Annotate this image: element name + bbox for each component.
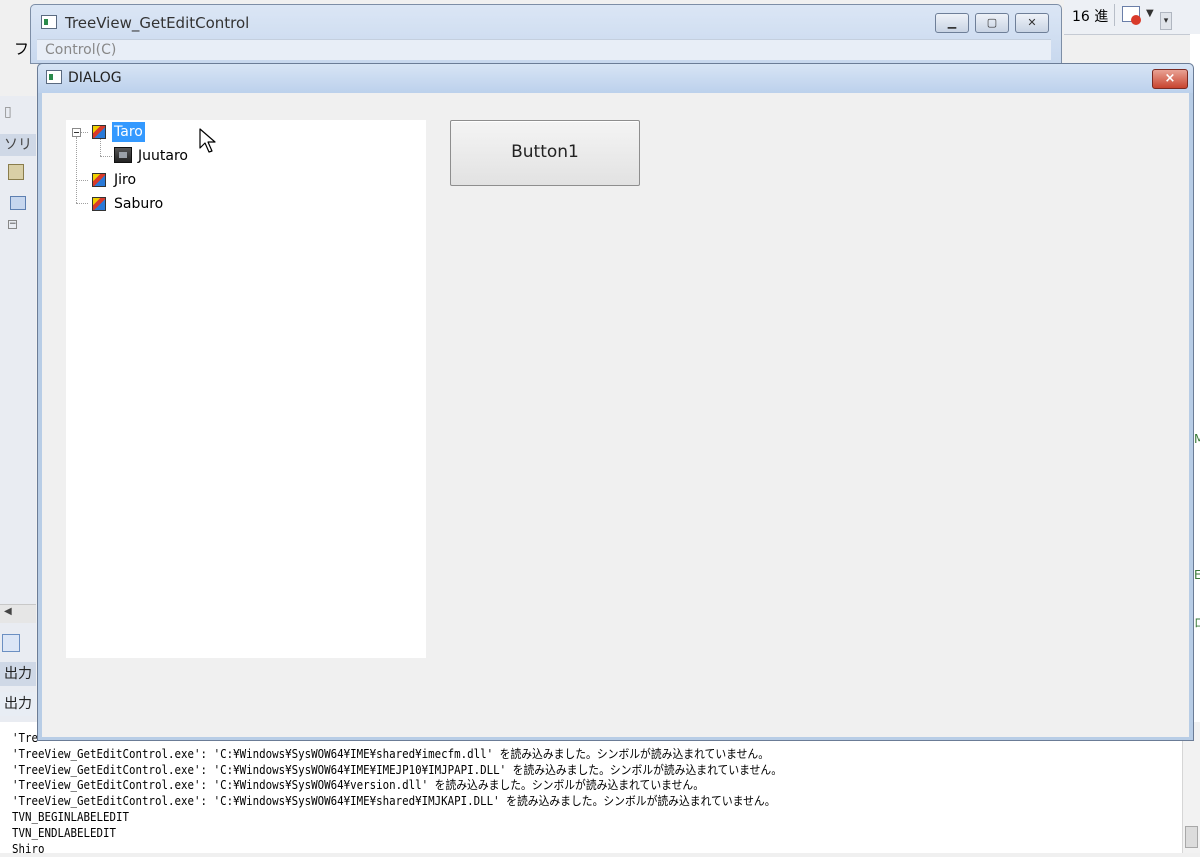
dialog-icon[interactable] (46, 70, 62, 84)
pencil-icon (92, 173, 106, 187)
output-pane[interactable]: 'Tre 'TreeView_GetEditControl.exe': 'C:¥W… (0, 722, 1200, 856)
close-button[interactable]: ✕ (1015, 13, 1049, 33)
output-line: TVN_ENDLABELEDIT (12, 825, 117, 840)
menu-item-control[interactable]: Control(C) (45, 42, 116, 58)
dialog-window: DIALOG × Taro Juutaro Jiro Saburo Button… (37, 63, 1194, 741)
editor-text-fragment: ロ (1194, 614, 1200, 631)
output-line: 'TreeView_GetEditControl.exe': 'C:¥Windo… (12, 778, 705, 793)
ide-toolbar: 16 進 ▼ ▾ (1064, 0, 1200, 35)
maximize-button[interactable]: ▢ (975, 13, 1009, 33)
photo-icon (114, 147, 132, 163)
tree-item-jiro[interactable]: Jiro (66, 170, 266, 190)
tree-view[interactable]: Taro Juutaro Jiro Saburo (66, 120, 426, 658)
output-panel-header[interactable]: 出力 (0, 662, 36, 686)
tree-item-label[interactable]: Juutaro (136, 146, 190, 166)
output-panel-tab[interactable]: 出力 (0, 692, 36, 716)
tree-item-label[interactable]: Saburo (112, 194, 165, 214)
collapse-icon[interactable]: − (8, 220, 17, 229)
toolbar-overflow-button[interactable]: ▾ (1160, 12, 1172, 30)
app-window: TreeView_GetEditControl ▁ ▢ ✕ Control(C) (30, 4, 1062, 64)
output-line: Shiro (12, 841, 45, 856)
minimize-button[interactable]: ▁ (935, 13, 969, 33)
output-vertical-scrollbar[interactable] (1182, 722, 1200, 853)
output-text: 'Tre 'TreeView_GetEditControl.exe': 'C:¥W… (12, 731, 782, 857)
find-icon[interactable] (2, 634, 20, 652)
output-line: 'TreeView_GetEditControl.exe': 'C:¥Windo… (12, 762, 783, 777)
chevron-down-icon[interactable]: ▼ (1146, 8, 1154, 19)
menu-bar: Control(C) (37, 39, 1051, 60)
tree-item-juutaro[interactable]: Juutaro (66, 146, 266, 166)
tree-item-label[interactable]: Taro (112, 122, 145, 142)
editor-text-fragment: M (1194, 432, 1200, 446)
solution-explorer-panel (0, 96, 36, 726)
tree-item-label[interactable]: Jiro (112, 170, 138, 190)
app-window-icon[interactable] (41, 15, 57, 29)
pencil-icon (92, 125, 106, 139)
toolbar-separator (1114, 4, 1115, 26)
scroll-thumb[interactable] (1185, 826, 1198, 848)
tree-item-taro[interactable]: Taro (66, 122, 266, 142)
app-window-title: TreeView_GetEditControl (65, 14, 250, 32)
output-line: 'TreeView_GetEditControl.exe': 'C:¥Windo… (12, 746, 770, 761)
properties-icon[interactable] (8, 164, 24, 180)
mouse-cursor-icon (199, 128, 216, 153)
breakpoint-dot-icon (1131, 15, 1141, 25)
tree-item-saburo[interactable]: Saburo (66, 194, 266, 214)
button1[interactable]: Button1 (450, 120, 640, 186)
output-line: TVN_BEGINLABELEDIT (12, 809, 130, 824)
panel-toolbar-icon[interactable]: ▯ (4, 104, 28, 124)
pencil-icon (92, 197, 106, 211)
scroll-left-icon[interactable]: ◀ (4, 606, 12, 617)
solution-explorer-header[interactable]: ソリ (0, 134, 36, 156)
dialog-titlebar[interactable]: DIALOG × (38, 64, 1193, 93)
project-icon[interactable] (10, 196, 26, 210)
output-line: 'TreeView_GetEditControl.exe': 'C:¥Windo… (12, 794, 776, 809)
dialog-title: DIALOG (68, 70, 122, 86)
hex-display-toggle[interactable]: 16 進 (1072, 6, 1108, 26)
ide-menu-file[interactable]: フ (14, 38, 29, 59)
horizontal-scrollbar[interactable]: ◀ (0, 604, 36, 623)
dialog-client-area: Taro Juutaro Jiro Saburo Button1 (42, 93, 1189, 737)
dialog-close-button[interactable]: × (1152, 69, 1188, 89)
editor-text-fragment: E (1194, 568, 1200, 582)
